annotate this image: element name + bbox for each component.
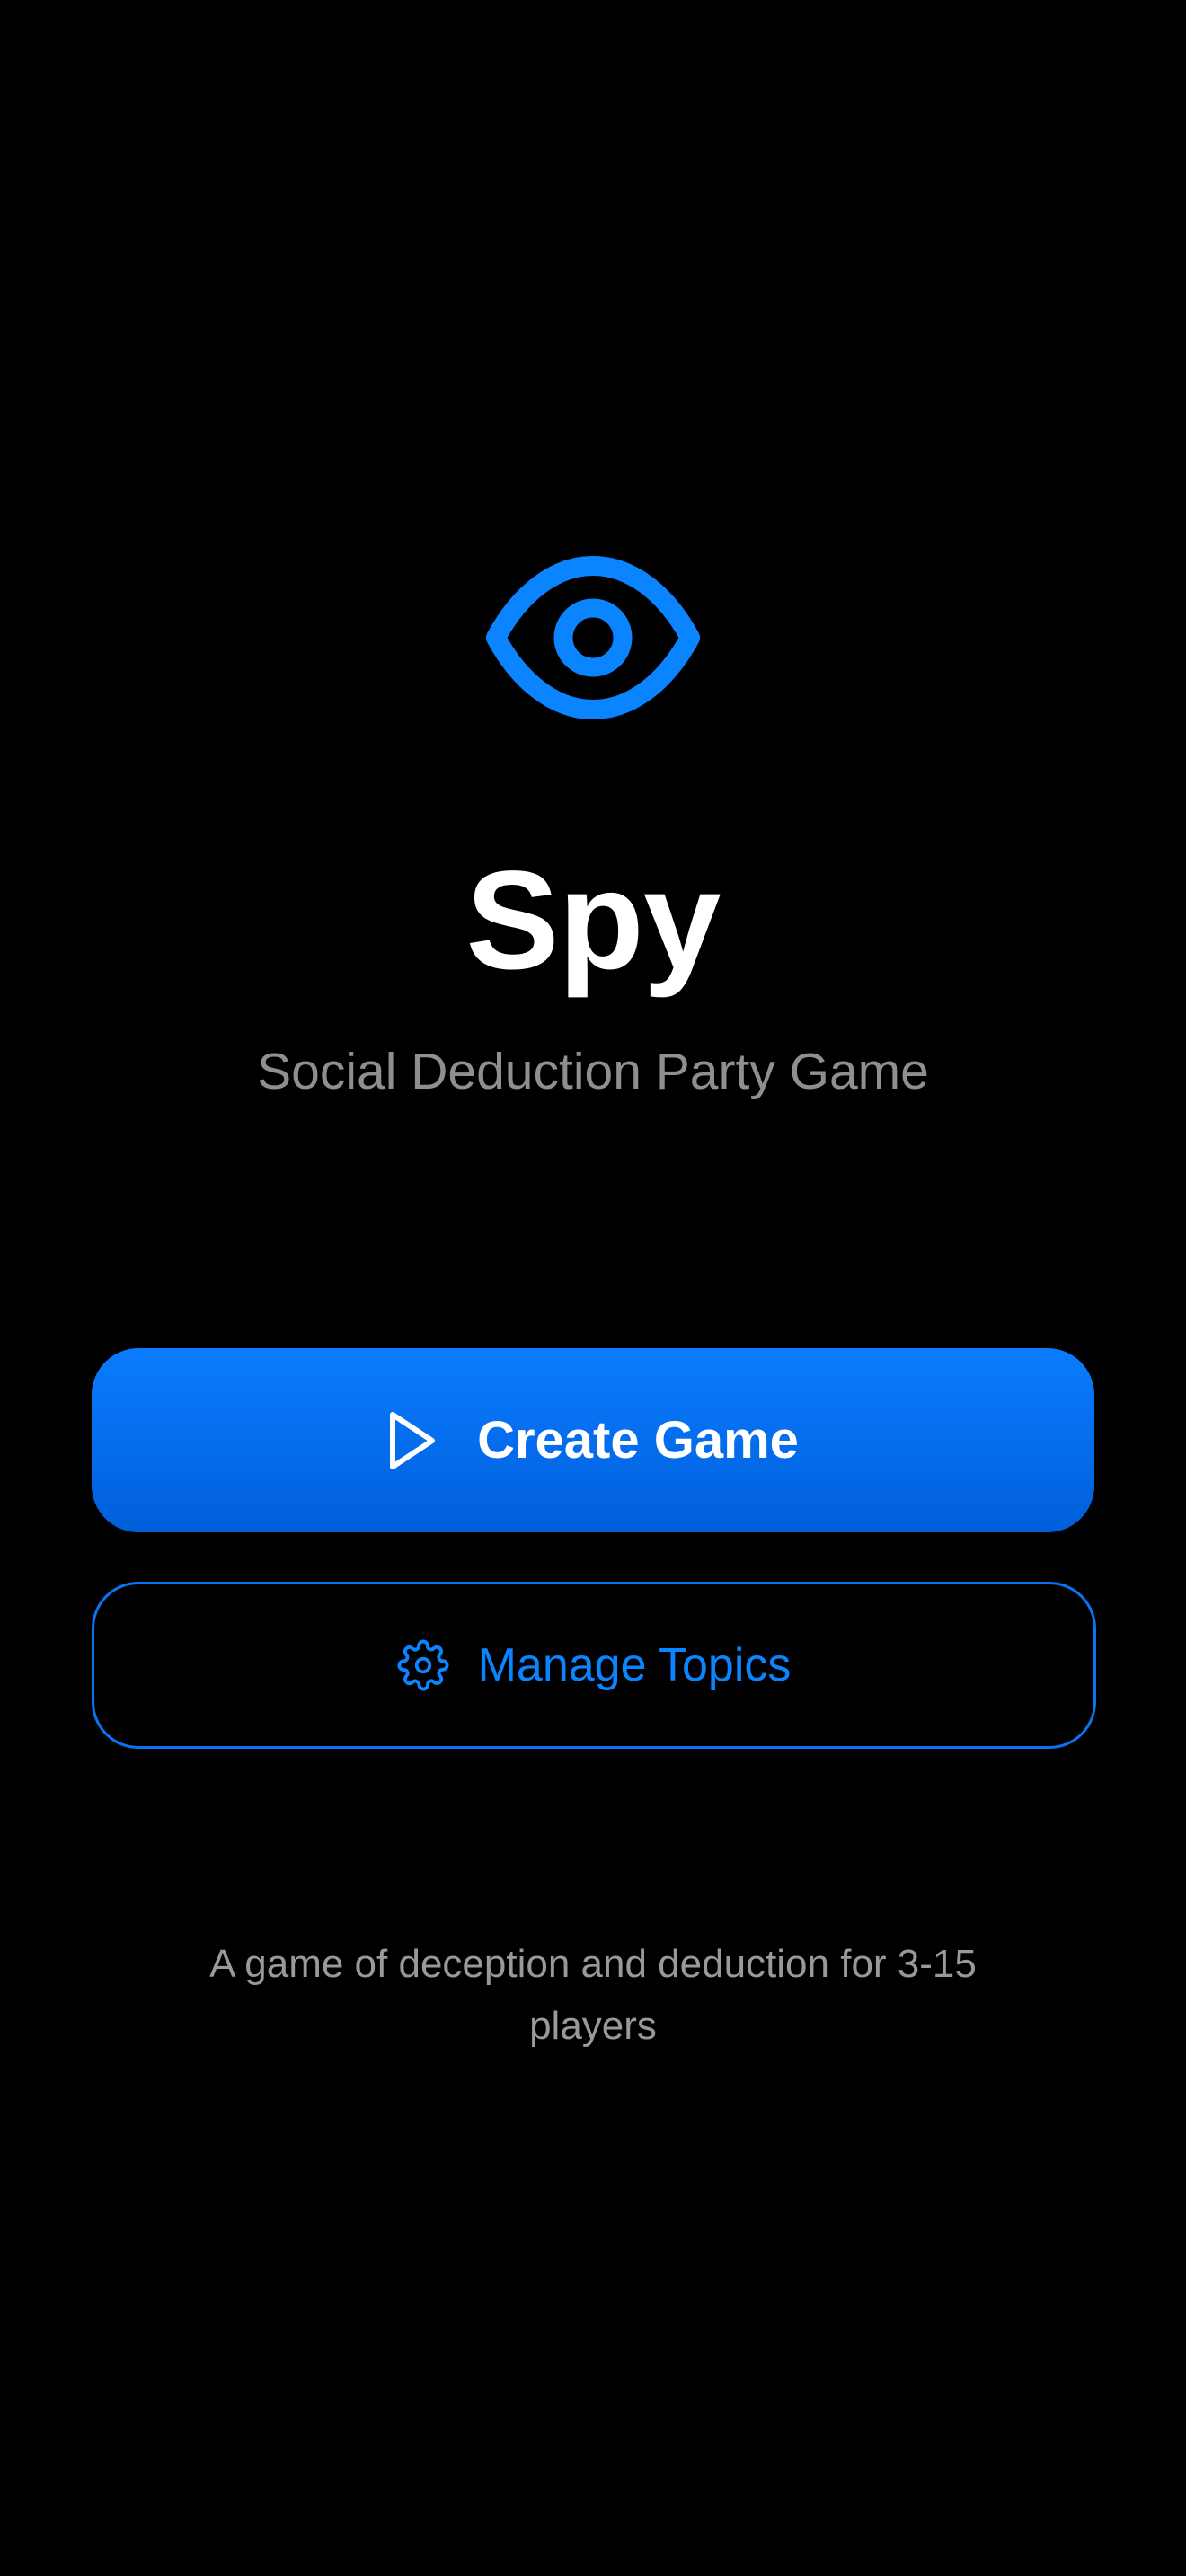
create-game-button[interactable]: Create Game xyxy=(92,1348,1094,1532)
gear-icon xyxy=(397,1639,449,1691)
eye-icon xyxy=(486,556,700,719)
create-game-label: Create Game xyxy=(477,1411,799,1469)
manage-topics-button[interactable]: Manage Topics xyxy=(92,1582,1096,1749)
app-subtitle: Social Deduction Party Game xyxy=(257,1043,929,1100)
app-title: Spy xyxy=(465,842,721,999)
manage-topics-label: Manage Topics xyxy=(477,1639,792,1691)
footer-description: A game of deception and deduction for 3-… xyxy=(209,1942,977,2048)
play-icon xyxy=(387,1409,438,1472)
home-screen: Spy Social Deduction Party Game Create G… xyxy=(0,0,1186,2576)
